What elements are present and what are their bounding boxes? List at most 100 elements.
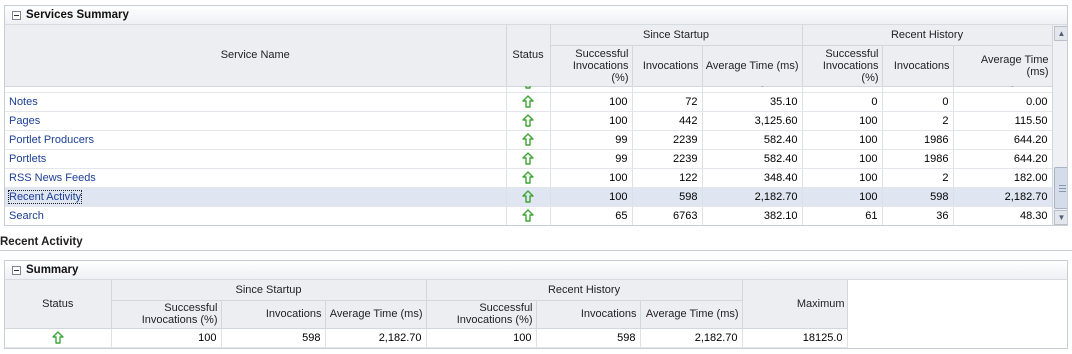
table-row[interactable]: Portlets 99 2239 582.40 100 1986 644.20 xyxy=(5,149,1052,169)
summary-col-group-since-startup: Since Startup xyxy=(111,280,427,301)
col-rh-successful[interactable]: Successful Invocations (%) xyxy=(802,45,883,87)
ss-successful-cell: 100 xyxy=(550,111,633,131)
rh-successful-cell: 100 xyxy=(802,111,883,131)
ss-invocations-cell: 442 xyxy=(632,111,703,131)
rh-invocations-cell: 1986 xyxy=(882,130,954,150)
summary-ss-avg-time: 2,182.70 xyxy=(325,328,427,348)
col-rh-avg-time[interactable]: Average Time (ms) xyxy=(953,45,1053,87)
rh-invocations-cell: 598 xyxy=(882,187,954,207)
collapse-icon[interactable] xyxy=(12,10,21,20)
ss-avg-time-cell: 382.10 xyxy=(702,206,803,225)
ss-successful-cell: 100 xyxy=(550,168,633,188)
detail-divider xyxy=(0,250,1072,251)
table-row[interactable]: Portlet Producers 99 2239 582.40 100 1986 644.… xyxy=(5,130,1052,150)
summary-col-maximum[interactable]: Maximum xyxy=(742,280,848,329)
col-ss-invocations[interactable]: Invocations xyxy=(632,45,703,87)
summary-col-status[interactable]: Status xyxy=(5,280,112,329)
summary-table: Status Since Startup Recent History Maxi… xyxy=(5,280,848,348)
rh-successful-cell: 100 xyxy=(802,130,883,150)
ss-invocations-cell: 2239 xyxy=(632,130,703,150)
col-group-recent-history: Recent History xyxy=(802,25,1053,46)
service-link[interactable]: Mail xyxy=(9,86,29,88)
summary-ss-invocations: 598 xyxy=(221,328,326,348)
col-status[interactable]: Status xyxy=(506,25,551,87)
service-link[interactable]: Recent Activity xyxy=(7,189,83,204)
table-row[interactable]: Recent Activity 100 598 2,182.70 100 598 2,182… xyxy=(5,187,1052,207)
status-up-arrow-icon xyxy=(522,190,534,203)
service-name-cell: RSS News Feeds xyxy=(5,168,507,188)
status-up-arrow-icon xyxy=(52,331,64,344)
services-scrollbar[interactable]: ▲ ▼ xyxy=(1052,25,1067,225)
rh-avg-time-cell: 48.30 xyxy=(953,206,1052,225)
scrollbar-thumb[interactable] xyxy=(1054,167,1067,209)
rh-invocations-cell: 36 xyxy=(882,206,954,225)
rh-invocations-cell: 2 xyxy=(882,111,954,131)
col-service-name[interactable]: Service Name xyxy=(5,25,507,87)
summary-col-ss-successful[interactable]: Successful Invocations (%) xyxy=(111,300,222,329)
table-row[interactable]: Notes 100 72 35.10 0 0 0.00 xyxy=(5,92,1052,112)
summary-maximum: 18125.0 xyxy=(742,328,848,348)
status-cell xyxy=(506,187,551,207)
service-name-cell: Portlet Producers xyxy=(5,130,507,150)
detail-title: Recent Activity xyxy=(0,236,83,248)
status-cell xyxy=(506,92,551,112)
service-link[interactable]: Search xyxy=(9,210,44,222)
ss-invocations-cell: 6763 xyxy=(632,206,703,225)
scroll-up-arrow-icon[interactable]: ▲ xyxy=(1054,26,1067,41)
summary-rh-invocations: 598 xyxy=(536,328,641,348)
service-link[interactable]: RSS News Feeds xyxy=(9,172,96,184)
status-up-arrow-icon xyxy=(522,171,534,184)
ss-successful-cell: 100 xyxy=(550,187,633,207)
ss-avg-time-cell: 582.40 xyxy=(702,149,803,169)
ss-successful-cell: 65 xyxy=(550,206,633,225)
services-table-body-viewport[interactable]: Mail1003203,400.00100103,400.00Notes1007… xyxy=(5,86,1052,225)
summary-col-ss-invocations[interactable]: Invocations xyxy=(221,300,326,329)
status-up-arrow-icon xyxy=(522,95,534,108)
ss-invocations-cell: 122 xyxy=(632,168,703,188)
status-up-arrow-icon xyxy=(522,209,534,222)
ss-invocations-cell: 72 xyxy=(632,92,703,112)
rh-avg-time-cell: 2,182.70 xyxy=(953,187,1052,207)
summary-rh-successful: 100 xyxy=(426,328,537,348)
summary-header[interactable]: Summary xyxy=(4,260,1068,280)
rh-successful-cell: 100 xyxy=(802,187,883,207)
col-ss-avg-time[interactable]: Average Time (ms) xyxy=(702,45,803,87)
rh-successful-cell: 100 xyxy=(802,149,883,169)
rh-invocations-cell: 1986 xyxy=(882,149,954,169)
rh-successful-cell: 61 xyxy=(802,206,883,225)
service-link[interactable]: Pages xyxy=(9,115,40,127)
services-summary-header[interactable]: Services Summary xyxy=(4,5,1068,25)
summary-col-ss-avg-time[interactable]: Average Time (ms) xyxy=(325,300,427,329)
ss-invocations-cell: 2239 xyxy=(632,149,703,169)
status-cell xyxy=(506,168,551,188)
service-name-cell: Recent Activity xyxy=(5,187,507,207)
service-link[interactable]: Portlet Producers xyxy=(9,134,94,146)
summary-col-rh-invocations[interactable]: Invocations xyxy=(536,300,641,329)
col-rh-invocations[interactable]: Invocations xyxy=(882,45,954,87)
col-ss-successful[interactable]: Successful Invocations (%) xyxy=(550,45,633,87)
ss-successful-cell: 99 xyxy=(550,130,633,150)
summary-table-container: Status Since Startup Recent History Maxi… xyxy=(4,280,1068,349)
service-name-cell: Notes xyxy=(5,92,507,112)
rh-avg-time-cell: 644.20 xyxy=(953,149,1052,169)
collapse-icon[interactable] xyxy=(12,265,21,275)
status-cell xyxy=(506,149,551,169)
ss-successful-cell: 100 xyxy=(550,92,633,112)
summary-col-rh-successful[interactable]: Successful Invocations (%) xyxy=(426,300,537,329)
status-cell xyxy=(506,111,551,131)
summary-col-rh-avg-time[interactable]: Average Time (ms) xyxy=(640,300,743,329)
service-link[interactable]: Notes xyxy=(9,96,38,108)
table-row[interactable]: Pages 100 442 3,125.60 100 2 115.50 xyxy=(5,111,1052,131)
ss-avg-time-cell: 3,125.60 xyxy=(702,111,803,131)
summary-status-cell xyxy=(5,328,112,348)
scroll-down-arrow-icon[interactable]: ▼ xyxy=(1054,210,1067,225)
ss-successful-cell: 99 xyxy=(550,149,633,169)
ss-avg-time-cell: 348.40 xyxy=(702,168,803,188)
summary-ss-successful: 100 xyxy=(111,328,222,348)
table-row[interactable]: RSS News Feeds 100 122 348.40 100 2 182.00 xyxy=(5,168,1052,188)
status-cell xyxy=(506,206,551,225)
service-link[interactable]: Portlets xyxy=(9,153,46,165)
rh-invocations-cell: 2 xyxy=(882,168,954,188)
table-row[interactable]: Search 65 6763 382.10 61 36 48.30 xyxy=(5,206,1052,225)
rh-successful-cell: 100 xyxy=(802,168,883,188)
